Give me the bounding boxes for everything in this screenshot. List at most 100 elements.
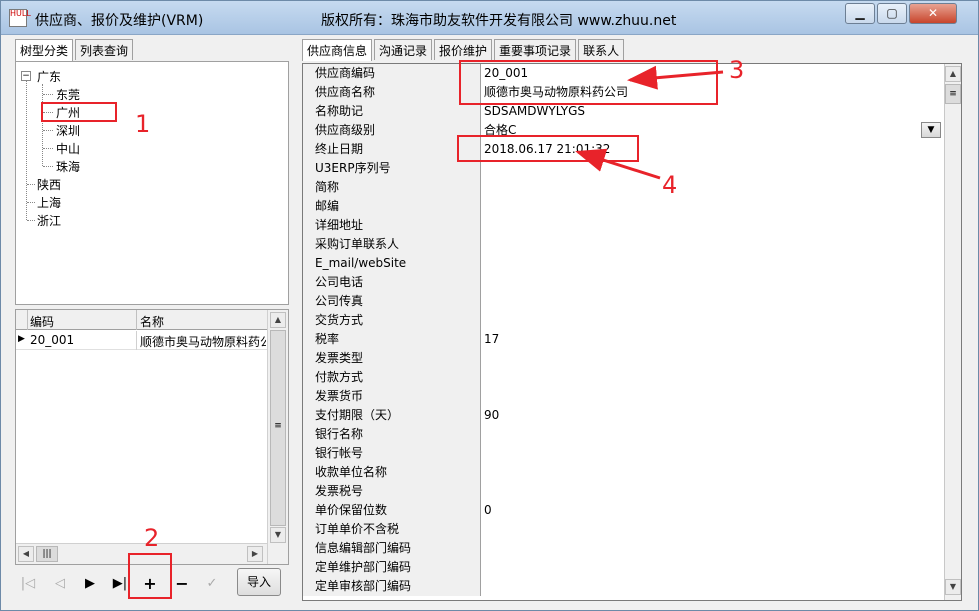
property-row[interactable]: 银行帐号 bbox=[303, 444, 944, 463]
property-value[interactable] bbox=[481, 463, 944, 482]
current-row-icon: ▶ bbox=[18, 334, 25, 344]
property-value[interactable] bbox=[481, 178, 944, 197]
tree-node-zhuhai[interactable]: 珠海 bbox=[56, 158, 80, 175]
tree-connector bbox=[43, 130, 53, 131]
minimize-button[interactable]: ▁ bbox=[845, 3, 875, 24]
collapse-icon[interactable]: − bbox=[21, 71, 31, 81]
post-record-button[interactable]: ✓ bbox=[199, 571, 225, 597]
property-label: 定单审核部门编码 bbox=[303, 577, 481, 596]
property-row[interactable]: 银行名称 bbox=[303, 425, 944, 444]
row-indicator-header bbox=[16, 310, 28, 330]
property-row[interactable]: 信息编辑部门编码 bbox=[303, 539, 944, 558]
scroll-down-icon[interactable]: ▼ bbox=[270, 527, 286, 543]
grid-vertical-scrollbar[interactable]: ▲ ≡ ▼ bbox=[267, 310, 288, 564]
scroll-up-icon[interactable]: ▲ bbox=[945, 66, 961, 82]
h-scroll-thumb[interactable]: ||| bbox=[36, 546, 58, 562]
column-header-code[interactable]: 编码 bbox=[30, 313, 54, 330]
property-row[interactable]: 公司电话 bbox=[303, 273, 944, 292]
property-vertical-scrollbar[interactable]: ▲ ≡ ▼ bbox=[944, 64, 961, 600]
property-row[interactable]: 付款方式 bbox=[303, 368, 944, 387]
tree-node-shanghai[interactable]: 上海 bbox=[37, 194, 61, 211]
tree-node-dongguan[interactable]: 东莞 bbox=[56, 86, 80, 103]
column-divider bbox=[136, 310, 137, 330]
first-record-button[interactable]: |◁ bbox=[15, 571, 41, 597]
property-label: 订单单价不含税 bbox=[303, 520, 481, 539]
property-label: 名称助记 bbox=[303, 102, 481, 121]
property-value[interactable] bbox=[481, 482, 944, 501]
tree-node-zhejiang[interactable]: 浙江 bbox=[37, 212, 61, 229]
property-value[interactable] bbox=[481, 235, 944, 254]
property-value[interactable]: 0 bbox=[481, 501, 944, 520]
scroll-right-icon[interactable]: ▶ bbox=[247, 546, 263, 562]
tab-list-query[interactable]: 列表查询 bbox=[75, 39, 134, 60]
maximize-button[interactable]: ▢ bbox=[877, 3, 907, 24]
tab-supplier-info[interactable]: 供应商信息 bbox=[302, 39, 373, 61]
property-row[interactable]: 采购订单联系人 bbox=[303, 235, 944, 254]
column-header-name[interactable]: 名称 bbox=[140, 313, 164, 330]
property-value[interactable] bbox=[481, 520, 944, 539]
property-row[interactable]: 发票货币 bbox=[303, 387, 944, 406]
property-label: 收款单位名称 bbox=[303, 463, 481, 482]
property-row[interactable]: 发票税号 bbox=[303, 482, 944, 501]
tree-node-shenzhen[interactable]: 深圳 bbox=[56, 122, 80, 139]
property-row[interactable]: 邮编 bbox=[303, 197, 944, 216]
annotation-box-1 bbox=[41, 102, 117, 122]
annotation-number-1: 1 bbox=[135, 110, 151, 138]
previous-record-button[interactable]: ◁ bbox=[47, 571, 73, 597]
property-value[interactable] bbox=[481, 273, 944, 292]
property-row[interactable]: 税率 17 bbox=[303, 330, 944, 349]
tab-communication-records[interactable]: 沟通记录 bbox=[374, 39, 433, 60]
delete-record-button[interactable]: − bbox=[169, 571, 195, 597]
property-row[interactable]: 支付期限（天） 90 bbox=[303, 406, 944, 425]
next-record-button[interactable]: ▶ bbox=[77, 571, 103, 597]
property-value[interactable] bbox=[481, 254, 944, 273]
tree-node-zhongshan[interactable]: 中山 bbox=[56, 140, 80, 157]
property-value[interactable] bbox=[481, 558, 944, 577]
property-label: 终止日期 bbox=[303, 140, 481, 159]
tree-node-guangdong[interactable]: 广东 bbox=[37, 68, 61, 85]
property-value[interactable] bbox=[481, 197, 944, 216]
region-tree: − 广东 东莞 广州 深圳 中山 珠海 陕西 上海 浙江 bbox=[15, 61, 289, 305]
property-row[interactable]: 定单维护部门编码 bbox=[303, 558, 944, 577]
property-value[interactable] bbox=[481, 292, 944, 311]
property-value[interactable] bbox=[481, 577, 944, 596]
tab-important-records[interactable]: 重要事项记录 bbox=[494, 39, 577, 60]
scroll-left-icon[interactable]: ◀ bbox=[18, 546, 34, 562]
tab-quote-maintenance[interactable]: 报价维护 bbox=[434, 39, 493, 60]
property-row[interactable]: 公司传真 bbox=[303, 292, 944, 311]
property-value[interactable] bbox=[481, 387, 944, 406]
property-value[interactable] bbox=[481, 539, 944, 558]
property-row[interactable]: 详细地址 bbox=[303, 216, 944, 235]
property-row[interactable]: 收款单位名称 bbox=[303, 463, 944, 482]
scroll-thumb[interactable]: ≡ bbox=[945, 84, 961, 104]
tree-connector bbox=[27, 184, 35, 185]
property-label: 银行名称 bbox=[303, 425, 481, 444]
property-row[interactable]: 简称 bbox=[303, 178, 944, 197]
tab-tree-category[interactable]: 树型分类 bbox=[15, 39, 74, 61]
dropdown-arrow-icon[interactable]: ▼ bbox=[921, 122, 941, 138]
tab-contacts[interactable]: 联系人 bbox=[578, 39, 625, 60]
table-row[interactable]: ▶ 20_001 顺德市奥马动物原料药公 bbox=[16, 331, 267, 350]
property-row[interactable]: 单价保留位数 0 bbox=[303, 501, 944, 520]
property-value[interactable]: 17 bbox=[481, 330, 944, 349]
tree-node-shaanxi[interactable]: 陕西 bbox=[37, 176, 61, 193]
close-button[interactable]: ✕ bbox=[909, 3, 957, 24]
property-label: 发票类型 bbox=[303, 349, 481, 368]
property-row[interactable]: 定单审核部门编码 bbox=[303, 577, 944, 596]
property-value[interactable] bbox=[481, 349, 944, 368]
property-row[interactable]: 交货方式 bbox=[303, 311, 944, 330]
scroll-thumb[interactable]: ≡ bbox=[270, 330, 286, 526]
import-button[interactable]: 导入 bbox=[237, 568, 281, 596]
minimize-icon: ▁ bbox=[855, 6, 865, 20]
property-value[interactable] bbox=[481, 444, 944, 463]
property-row[interactable]: E_mail/webSite bbox=[303, 254, 944, 273]
scroll-up-icon[interactable]: ▲ bbox=[270, 312, 286, 328]
property-row[interactable]: 订单单价不含税 bbox=[303, 520, 944, 539]
property-value[interactable] bbox=[481, 368, 944, 387]
property-value[interactable] bbox=[481, 425, 944, 444]
scroll-down-icon[interactable]: ▼ bbox=[945, 579, 961, 595]
property-value[interactable] bbox=[481, 216, 944, 235]
property-row[interactable]: 发票类型 bbox=[303, 349, 944, 368]
property-value[interactable]: 90 bbox=[481, 406, 944, 425]
property-value[interactable] bbox=[481, 311, 944, 330]
